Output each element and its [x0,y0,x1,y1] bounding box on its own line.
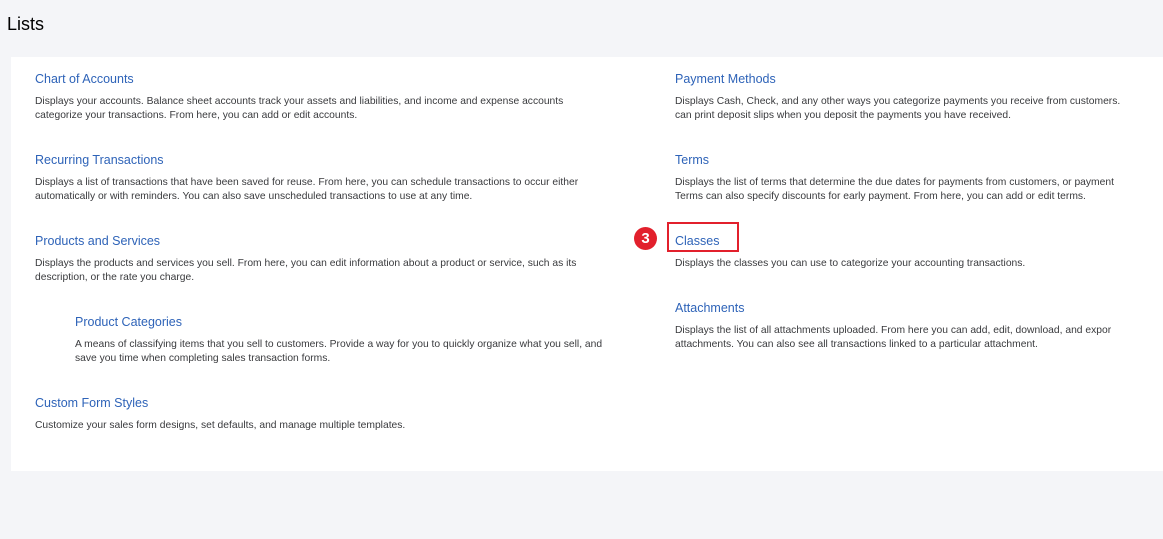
chart-of-accounts-description: Displays your accounts. Balance sheet ac… [35,96,564,121]
chart-of-accounts-link[interactable]: Chart of Accounts [35,71,134,87]
list-item-terms: Terms Displays the list of terms that de… [675,151,1163,204]
terms-description: Displays the list of terms that determin… [675,177,1114,202]
custom-form-styles-link[interactable]: Custom Form Styles [35,395,148,411]
lists-card: Chart of Accounts Displays your accounts… [11,57,1163,471]
custom-form-styles-description: Customize your sales form designs, set d… [35,420,406,431]
products-and-services-link[interactable]: Products and Services [35,233,160,249]
classes-description: Displays the classes you can use to cate… [675,258,1026,269]
list-item-payment-methods: Payment Methods Displays Cash, Check, an… [675,70,1163,123]
recurring-transactions-link[interactable]: Recurring Transactions [35,152,164,168]
step-number-badge: 3 [634,227,657,250]
products-and-services-description: Displays the products and services you s… [35,258,577,283]
list-item-custom-form-styles: Custom Form Styles Customize your sales … [35,394,665,433]
terms-link[interactable]: Terms [675,152,709,168]
payment-methods-link[interactable]: Payment Methods [675,71,776,87]
list-item-classes: Classes Displays the classes you can use… [675,232,1163,271]
list-item-chart-of-accounts: Chart of Accounts Displays your accounts… [35,70,665,123]
list-item-attachments: Attachments Displays the list of all att… [675,299,1163,352]
callout-highlight-box [667,222,739,252]
payment-methods-description: Displays Cash, Check, and any other ways… [675,96,1121,121]
recurring-transactions-description: Displays a list of transactions that hav… [35,177,579,202]
list-item-products-and-services: Products and Services Displays the produ… [35,232,665,285]
list-item-recurring-transactions: Recurring Transactions Displays a list o… [35,151,665,204]
product-categories-link[interactable]: Product Categories [75,314,182,330]
page-title: Lists [7,14,45,34]
attachments-description: Displays the list of all attachments upl… [675,325,1112,350]
attachments-link[interactable]: Attachments [675,300,744,316]
list-item-product-categories: Product Categories A means of classifyin… [75,313,705,366]
product-categories-description: A means of classifying items that you se… [75,339,603,364]
